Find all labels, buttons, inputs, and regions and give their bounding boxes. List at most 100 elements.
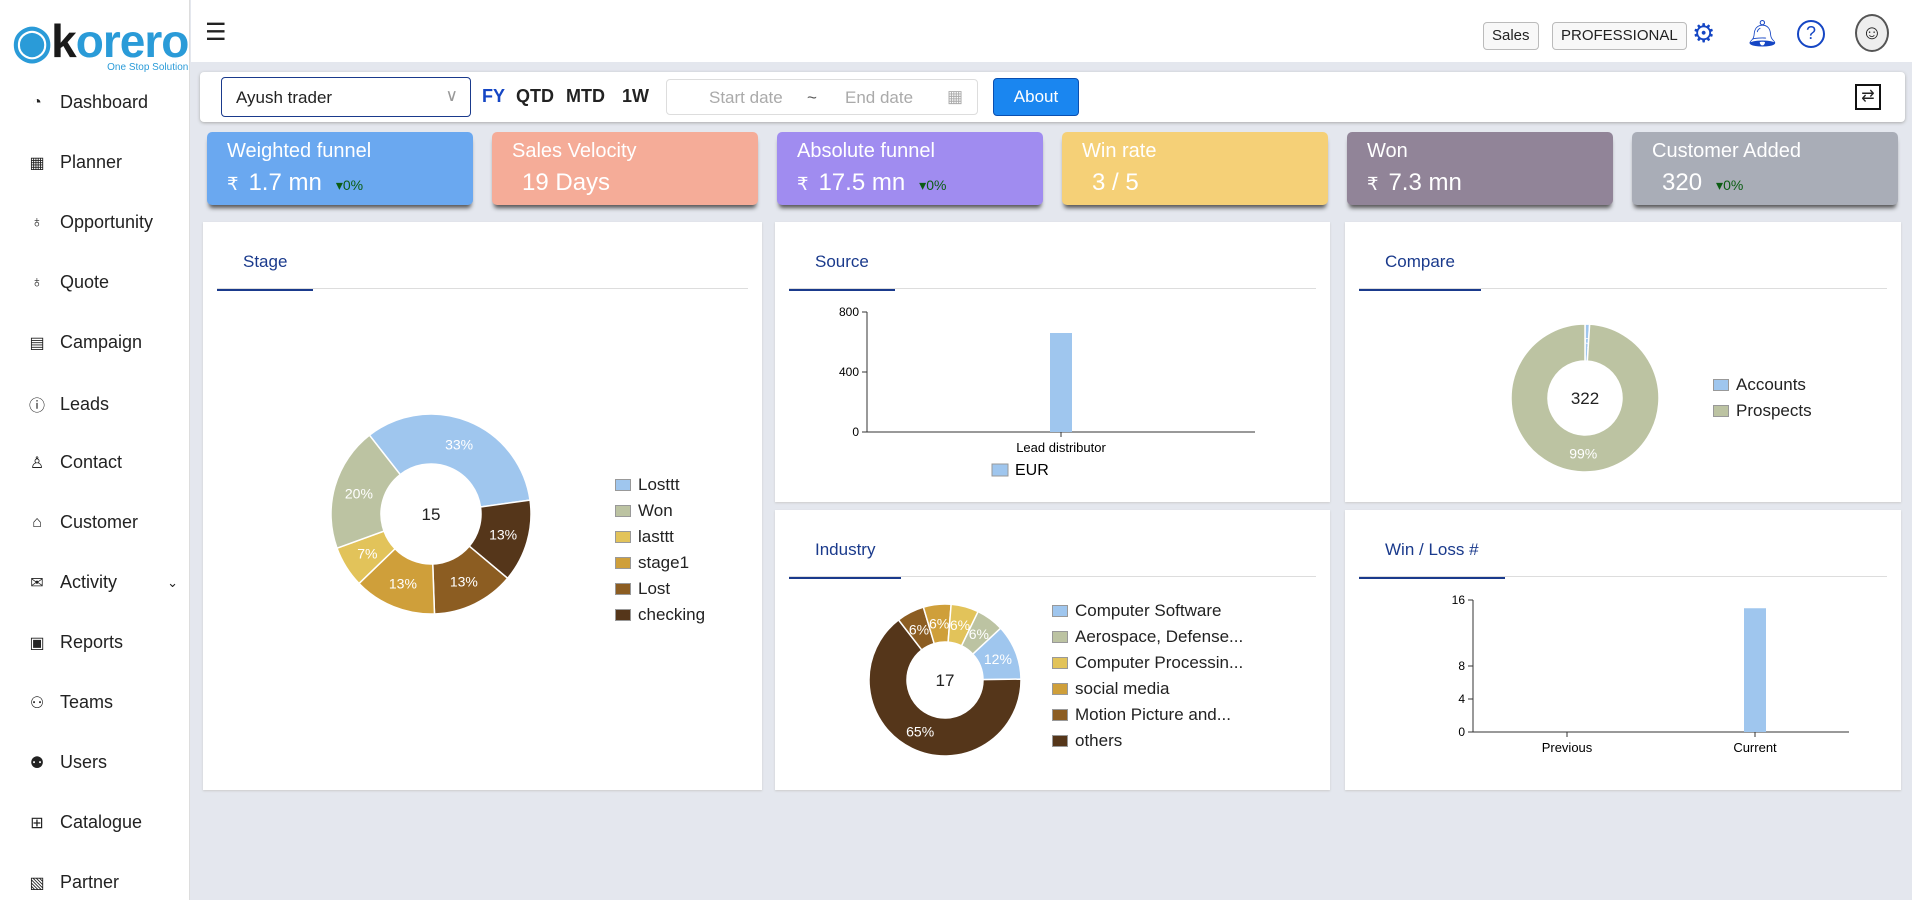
legend-item[interactable]: Accounts [1713,372,1812,398]
sidebar-item-dashboard[interactable]: ◔ Dashboard [28,92,178,113]
center-total: 15 [422,505,441,524]
legend-label: EUR [1015,462,1049,479]
logo[interactable]: ◉kkorerooreroOne Stop Solution [12,14,189,73]
avatar[interactable]: ☺ [1855,14,1889,52]
kpi-card[interactable]: Sales Velocity 19 Days [492,132,758,205]
bar [1050,333,1072,432]
compare-panel: Compare 1% 99% 322 Accounts Prospects [1345,222,1901,502]
document-icon: ▤ [29,334,45,352]
sidebar-item-reports[interactable]: ▣ Reports [28,632,178,653]
donut-slice [368,413,531,508]
kpi-card[interactable]: Won ₹7.3 mn [1347,132,1613,205]
slice-label: 12% [984,651,1012,667]
stage-legend: Losttt Won lasttt stage1 Lost checking [615,472,705,628]
y-tick-label: 4 [1458,692,1465,706]
calendar-icon[interactable]: ▦ [947,87,963,107]
menu-collapse-icon[interactable]: ☰ [205,18,227,47]
start-date-input[interactable]: Start date [709,88,783,108]
slice-label: 13% [489,527,517,543]
plan-badge[interactable]: PROFESSIONAL [1552,22,1687,50]
y-tick-label: 16 [1452,593,1466,607]
sidebar-item-campaign[interactable]: ▤ Campaign [28,332,178,353]
legend-item[interactable]: checking [615,602,705,628]
users-icon: ⚉ [29,754,45,772]
about-button[interactable]: About [993,78,1079,116]
legend-item[interactable]: stage1 [615,550,705,576]
change-indicator: ▾0% [335,177,364,193]
industry-panel: Industry 12% 65% 6% 6% 6% 6% 17 Computer Softw… [775,510,1330,790]
compare-legend: Accounts Prospects [1713,372,1812,424]
switch-view-icon[interactable]: ⇄ [1855,84,1881,110]
center-total: 322 [1571,389,1599,408]
y-tick-label: 0 [852,425,859,439]
end-date-input[interactable]: End date [845,88,913,108]
kpi-card[interactable]: Weighted funnel ₹1.7 mn ▾0% [207,132,473,205]
grid-icon: ⊞ [30,814,44,832]
legend-item[interactable]: Lost [615,576,705,602]
gear-icon[interactable]: ⚙ [1692,18,1715,49]
sidebar-item-catalogue[interactable]: ⊞ Catalogue [28,812,178,833]
period-qtd[interactable]: QTD [516,86,554,107]
kpi-card[interactable]: Absolute funnel ₹17.5 mn ▾0% [777,132,1043,205]
legend-item[interactable]: Computer Software [1052,598,1243,624]
x-tick-label: Current [1733,740,1777,755]
legend-item[interactable]: Prospects [1713,398,1812,424]
sidebar-item-contact[interactable]: ♙ Contact [28,452,178,473]
change-indicator: ▾0% [919,177,947,193]
legend-item[interactable]: social media [1052,676,1243,702]
slice-label: 6% [909,621,929,637]
date-range-picker[interactable]: Start date ~ End date ▦ [666,79,978,115]
y-tick-label: 0 [1458,725,1465,739]
kpi-card[interactable]: Win rate 3 / 5 [1062,132,1328,205]
slice-label: 13% [450,573,478,589]
bulb-icon: ♁ [31,273,43,291]
industry-legend: Computer Software Aerospace, Defense... Co… [1052,598,1243,754]
chevron-down-icon[interactable]: ⌄ [167,575,178,591]
top-header: ☰ Sales PROFESSIONAL ⚙ 🔔︎ 11 ? ☺ [191,0,1912,62]
winloss-bar-chart: 0 4 8 16 Previous Current [1452,593,1849,755]
company-select[interactable]: Ayush trader ∨ [221,77,471,117]
slice-label: 6% [950,617,970,633]
legend-item[interactable]: lasttt [615,524,705,550]
slice-label: 13% [389,576,417,592]
legend-item[interactable]: Motion Picture and... [1052,702,1243,728]
sidebar-item-activity[interactable]: ✉ Activity ⌄ [28,572,178,593]
period-mtd[interactable]: MTD [566,86,605,107]
period-fy[interactable]: FY [482,86,505,107]
legend-item[interactable]: Aerospace, Defense... [1052,624,1243,650]
sidebar-item-planner[interactable]: ▦ Planner [28,152,178,173]
help-icon[interactable]: ? [1797,20,1825,48]
date-separator: ~ [807,88,817,107]
slice-label: 20% [345,485,373,501]
y-tick-label: 8 [1458,659,1465,673]
legend-swatch [991,463,1009,477]
bell-icon[interactable]: 🔔︎ [1746,18,1779,49]
center-total: 17 [936,671,955,690]
sidebar-item-leads[interactable]: ⓘ Leads [28,392,178,416]
report-icon: ▣ [29,634,45,652]
sidebar-item-teams[interactable]: ⚇ Teams [28,692,178,713]
sidebar-item-customer[interactable]: ⌂ Customer [28,512,178,533]
sidebar-item-partner[interactable]: ▧ Partner [28,872,178,893]
y-tick-label: 400 [839,365,859,379]
role-badge[interactable]: Sales [1483,22,1539,50]
sidebar-item-users[interactable]: ⚉ Users [28,752,178,773]
legend-item[interactable]: others [1052,728,1243,754]
legend-item[interactable]: Losttt [615,472,705,498]
calendar-icon: ▦ [29,154,45,172]
sidebar-item-quote[interactable]: ♁ Quote [28,272,178,293]
slice-label: 6% [969,626,989,642]
person-icon: ♙ [29,454,45,472]
compare-donut-chart: 1%99%322 [1510,323,1660,473]
x-tick-label: Lead distributor [1016,440,1106,455]
legend-item[interactable]: Computer Processin... [1052,650,1243,676]
team-icon: ⚇ [29,694,45,712]
partner-icon: ▧ [29,874,45,892]
stage-panel: Stage 33% 13% 13% 13% 7% 20% 15 Losttt Won lastt… [203,222,762,790]
slice-label: 6% [929,615,949,631]
legend-item[interactable]: Won [615,498,705,524]
period-1w[interactable]: 1W [622,86,649,107]
sidebar-item-opportunity[interactable]: ♁ Opportunity [28,212,178,233]
kpi-card[interactable]: Customer Added 320 ▾0% [1632,132,1898,205]
slice-label: 99% [1569,445,1597,461]
